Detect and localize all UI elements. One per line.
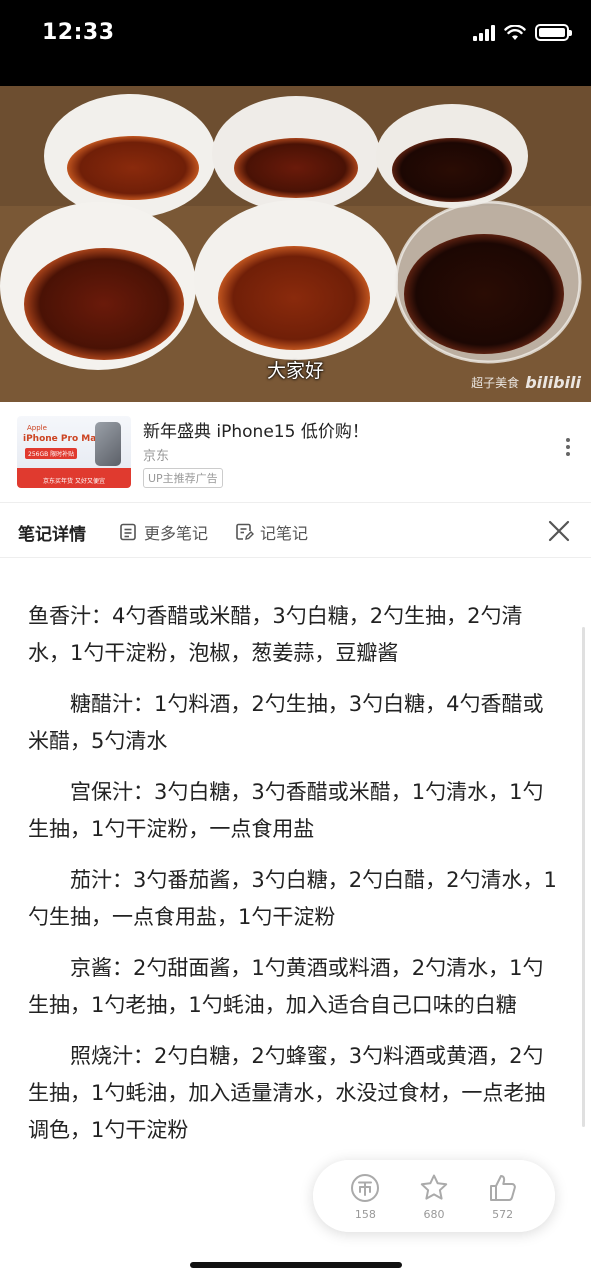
bilibili-logo: bilibili <box>525 373 581 392</box>
ad-thumb-product: iPhone Pro Max <box>23 434 103 444</box>
watermark-author: 超子美食 <box>471 376 520 390</box>
like-count: 572 <box>492 1207 514 1221</box>
wifi-icon <box>504 24 526 40</box>
write-note-label: 记笔记 <box>260 524 309 543</box>
more-notes-button[interactable]: 更多笔记 <box>118 520 208 544</box>
note-paragraph: 鱼香汁：4勺香醋或米醋，3勺白糖，2勺生抽，2勺清水，1勺干淀粉，泡椒，葱姜蒜，… <box>28 604 523 665</box>
coin-icon <box>351 1173 380 1202</box>
ad-thumb-offer: 256GB 限时补贴 <box>25 448 78 459</box>
like-button[interactable]: 572 <box>487 1172 519 1221</box>
thumbs-up-icon <box>489 1174 516 1201</box>
ad-brand: 京东 <box>143 449 170 464</box>
video-watermark: 超子美食 bilibili <box>471 373 581 392</box>
status-time: 12:33 <box>42 20 115 45</box>
ad-thumb-slogan: 京东买年货 又好又便宜 <box>43 478 105 485</box>
status-bar: 12:33 <box>0 0 591 86</box>
favorite-count: 680 <box>423 1207 445 1221</box>
note-title: 笔记详情 <box>18 525 86 545</box>
write-note-button[interactable]: 记笔记 <box>234 520 308 544</box>
ad-title[interactable]: 新年盛典 iPhone15 低价购！ <box>143 417 369 442</box>
favorite-button[interactable]: 680 <box>418 1172 450 1221</box>
note-header: 笔记详情 更多笔记 记笔记 <box>0 502 591 558</box>
phone-image <box>95 422 121 466</box>
note-paragraph: 糖醋汁：1勺料酒，2勺生抽，3勺白糖，4勺香醋或米醋，5勺清水 <box>28 692 544 753</box>
coin-button[interactable]: 158 <box>349 1172 381 1221</box>
note-paragraph: 宫保汁：3勺白糖，3勺香醋或米醋，1勺清水，1勺生抽，1勺干淀粉，一点食用盐 <box>28 780 544 841</box>
video-player[interactable]: 大家好 超子美食 bilibili <box>0 86 591 402</box>
note-paragraph: 照烧汁：2勺白糖，2勺蜂蜜，3勺料酒或黄酒，2勺生抽，1勺蚝油，加入适量清水，水… <box>28 1044 546 1142</box>
scrollbar[interactable] <box>582 627 585 1127</box>
coin-count: 158 <box>354 1207 376 1221</box>
action-bar: 158 680 572 <box>313 1160 555 1232</box>
more-options-icon[interactable] <box>565 438 571 456</box>
note-paragraph: 茄汁：3勺番茄酱，3勺白糖，2勺白醋，2勺清水，1勺生抽，一点食用盐，1勺干淀粉 <box>28 868 557 929</box>
cellular-signal-icon <box>473 24 495 41</box>
close-icon[interactable] <box>547 519 571 543</box>
edit-note-icon <box>236 523 254 540</box>
more-notes-label: 更多笔记 <box>144 524 209 543</box>
star-icon <box>420 1174 448 1200</box>
home-indicator[interactable] <box>190 1262 402 1268</box>
note-paragraph: 京酱：2勺甜面酱，1勺黄酒或料酒，2勺清水，1勺生抽，1勺老抽，1勺蚝油，加入适… <box>28 956 544 1017</box>
ad-thumbnail[interactable]: Apple iPhone Pro Max 256GB 限时补贴 京东买年货 又好… <box>17 416 131 488</box>
note-content: 鱼香汁：4勺香醋或米醋，3勺白糖，2勺生抽，2勺清水，1勺干淀粉，泡椒，葱姜蒜，… <box>28 598 563 1163</box>
ad-card[interactable]: Apple iPhone Pro Max 256GB 限时补贴 京东买年货 又好… <box>0 402 591 502</box>
ad-thumb-brand: Apple <box>27 424 47 432</box>
ad-tag: UP主推荐广告 <box>143 468 223 488</box>
video-frame-image <box>0 86 591 402</box>
battery-icon <box>535 24 572 41</box>
document-icon <box>120 523 136 541</box>
status-icons <box>473 24 572 41</box>
